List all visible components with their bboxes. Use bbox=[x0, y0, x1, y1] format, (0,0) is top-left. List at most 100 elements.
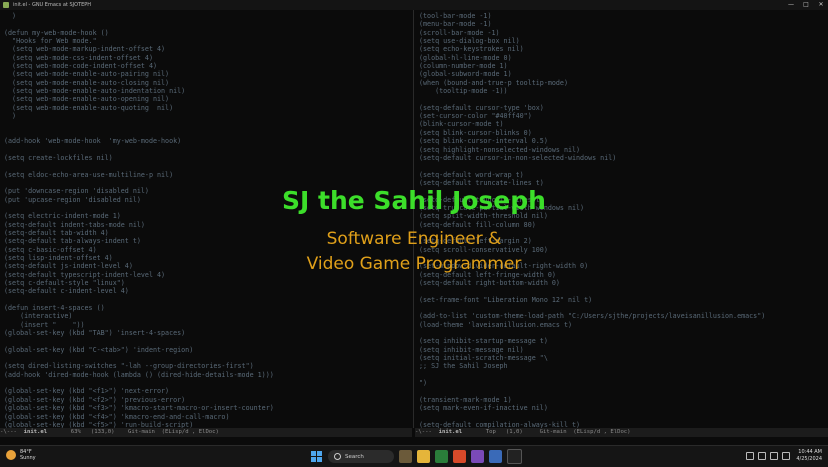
code-line: (menu-bar-mode -1) bbox=[419, 20, 492, 29]
code-line: (setq-default js-indent-level 4) bbox=[4, 262, 133, 271]
code-line: (setq inhibit-startup-message t) bbox=[419, 337, 548, 346]
code-line: (global-set-key (kbd "<f5>") 'run-build-… bbox=[4, 420, 194, 428]
code-line: (setq-default right-bottom-width 0) bbox=[419, 279, 560, 287]
code-line: (setq-default left-margin 2) bbox=[419, 237, 532, 246]
code-line: (setq electric-indent-mode 1) bbox=[4, 212, 121, 221]
code-line: (global-subword-mode 1) bbox=[419, 70, 512, 79]
clock-date: 4/25/2024 bbox=[796, 455, 822, 462]
code-line: (when (bound-and-true-p tooltip-mode) bbox=[419, 78, 568, 87]
code-line: (setq truncate-partial-width-windows nil… bbox=[419, 203, 585, 212]
code-line: (setq web-mode-enable-auto-opening nil) bbox=[4, 95, 170, 104]
modeline-left-prefix: -\--- bbox=[0, 429, 24, 435]
code-line: (scroll-bar-mode -1) bbox=[419, 28, 500, 37]
code-line: (setq-default indent-tabs-mode nil) bbox=[4, 220, 145, 229]
minibuffer[interactable] bbox=[0, 437, 828, 445]
code-line: (global-set-key (kbd "C-<tab>") 'indent-… bbox=[4, 345, 194, 354]
battery-icon[interactable] bbox=[782, 451, 791, 460]
window-titlebar: init.el - GNU Emacs at SJOTEPH — □ ✕ bbox=[0, 0, 828, 10]
code-line: (set-window-divider-default-right-width … bbox=[419, 262, 589, 271]
code-line: (global-set-key (kbd "<f1>") 'next-error… bbox=[4, 387, 170, 396]
minimize-button[interactable]: — bbox=[784, 0, 798, 10]
code-line: (setq-default cursor-type 'box) bbox=[419, 103, 544, 112]
windows-start-icon[interactable] bbox=[311, 451, 322, 462]
code-line: (set-frame-font "Liberation Mono 12" nil… bbox=[419, 295, 593, 304]
sun-icon bbox=[6, 450, 16, 460]
code-line: (global-hl-line-mode 0) bbox=[419, 53, 512, 62]
code-text-right[interactable]: (tool-bar-mode -1) (menu-bar-mode -1) (scr… bbox=[415, 10, 828, 428]
code-line: (setq eldoc-echo-area-use-multiline-p ni… bbox=[4, 170, 174, 179]
modeline-right-buffer: init.el bbox=[438, 429, 463, 435]
code-line: (setq split-width-threshold nil) bbox=[419, 212, 548, 221]
clock-time: 10:44 AM bbox=[798, 449, 822, 455]
taskbar-app-icon[interactable] bbox=[399, 450, 412, 463]
code-line: (setq-default cursor-in-non-selected-win… bbox=[419, 153, 617, 162]
code-line: (column-number-mode 1) bbox=[419, 62, 508, 71]
code-line: (transient-mark-mode 1) bbox=[419, 395, 512, 404]
app-icon[interactable] bbox=[507, 449, 522, 464]
weather-condition: Sunny bbox=[20, 455, 36, 461]
code-line: (setq web-mode-enable-auto-pairing nil) bbox=[4, 70, 170, 79]
code-line: (setq blink-cursor-blinks 0) bbox=[419, 128, 532, 137]
browser-icon[interactable] bbox=[453, 450, 466, 463]
code-line: (setq web-mode-enable-auto-closing nil) bbox=[4, 78, 170, 87]
emacs-icon bbox=[3, 2, 9, 8]
code-line: (setq web-mode-markup-indent-offset 4) bbox=[4, 45, 166, 54]
code-line: (setq echo-keystrokes nil) bbox=[419, 45, 524, 54]
code-line: (setq-default tab-always-indent t) bbox=[4, 237, 141, 246]
code-line: ;; SJ the Sahil Joseph bbox=[419, 362, 508, 371]
clock[interactable]: 10:44 AM 4/25/2024 bbox=[796, 449, 822, 462]
code-line: (insert " ")) bbox=[4, 320, 85, 329]
file-explorer-icon[interactable] bbox=[417, 450, 430, 463]
window-title: init.el - GNU Emacs at SJOTEPH bbox=[13, 2, 92, 8]
search-placeholder: Search bbox=[345, 453, 364, 460]
taskbar: 84°F Sunny Search 10:44 AM 4/25/2024 bbox=[0, 445, 828, 467]
code-line: (setq-default c-indent-level 4) bbox=[4, 287, 129, 296]
modeline-right-rest: Top (1,0) Git-main (ELisp/d , ElDoc) bbox=[462, 429, 631, 435]
close-button[interactable]: ✕ bbox=[814, 0, 828, 10]
code-line: (setq highlight-nonselected-windows nil) bbox=[419, 145, 581, 154]
code-line: (tooltip-mode -1)) bbox=[419, 87, 508, 96]
terminal-icon[interactable] bbox=[435, 450, 448, 463]
editor-pane-left[interactable]: ) (defun my-web-mode-hook () "Hooks for W… bbox=[0, 10, 412, 428]
code-line: (setq inhibit-message nil) bbox=[419, 345, 524, 354]
code-line: (setq initial-scratch-message "\ bbox=[419, 354, 548, 363]
weather-widget[interactable]: 84°F Sunny bbox=[6, 449, 36, 461]
wifi-icon[interactable] bbox=[758, 451, 767, 460]
speaker-icon[interactable] bbox=[770, 451, 779, 460]
code-line: (global-set-key (kbd "<f3>") 'kmacro-sta… bbox=[4, 404, 274, 413]
code-line: (setq c-default-style "linux") bbox=[4, 279, 125, 287]
maximize-button[interactable]: □ bbox=[799, 0, 813, 10]
taskbar-center: Search bbox=[311, 449, 522, 464]
emacs-taskbar-icon[interactable] bbox=[471, 450, 484, 463]
code-line: (setq-default truncate-lines t) bbox=[419, 178, 544, 187]
editor-pane-right[interactable]: (tool-bar-mode -1) (menu-bar-mode -1) (scr… bbox=[415, 10, 828, 428]
code-line: ) bbox=[4, 12, 17, 20]
modeline-left-rest: 63% (133,0) Git-main (ELisp/d , ElDoc) bbox=[47, 429, 219, 435]
code-line: (setq mark-even-if-inactive nil) bbox=[419, 404, 548, 413]
taskbar-search[interactable]: Search bbox=[328, 450, 394, 463]
window-divider bbox=[413, 10, 414, 428]
code-line: (add-to-list 'custom-theme-load-path "C:… bbox=[419, 312, 766, 321]
code-line: (setq web-mode-enable-auto-quoting nil) bbox=[4, 103, 174, 112]
code-line: (tool-bar-mode -1) bbox=[419, 12, 492, 20]
code-line: (setq dired-listing-switches "-lah --gro… bbox=[4, 362, 254, 371]
code-line: (setq blink-cursor-interval 0.5) bbox=[419, 137, 548, 146]
code-line: (put 'downcase-region 'disabled nil) bbox=[4, 187, 149, 196]
store-icon[interactable] bbox=[489, 450, 502, 463]
code-text-left[interactable]: ) (defun my-web-mode-hook () "Hooks for W… bbox=[0, 10, 412, 428]
code-line: (setq c-basic-offset 4) bbox=[4, 245, 97, 254]
code-line: (setq lisp-indent-offset 4) bbox=[4, 253, 113, 262]
code-line: (setq web-mode-code-indent-offset 4) bbox=[4, 62, 157, 71]
chevron-up-icon[interactable] bbox=[746, 451, 755, 460]
